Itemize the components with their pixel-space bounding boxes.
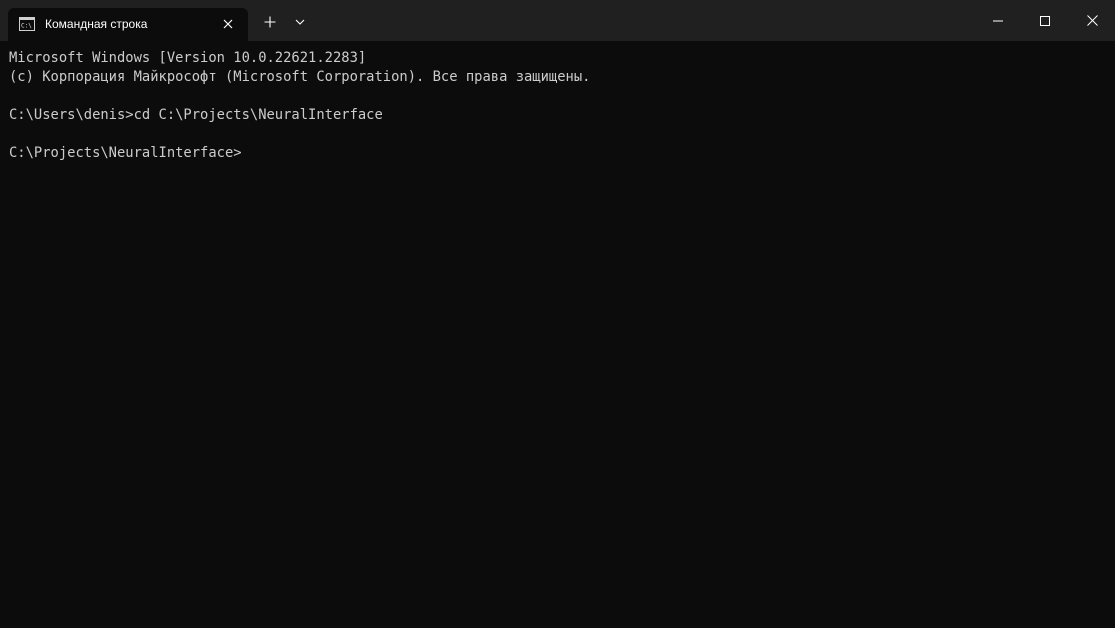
tab-title: Командная строка — [45, 17, 148, 31]
terminal-output[interactable]: Microsoft Windows [Version 10.0.22621.22… — [0, 41, 1115, 628]
new-tab-button[interactable] — [256, 8, 284, 36]
plus-icon — [264, 16, 276, 28]
tab-command-prompt[interactable]: C:\ Командная строка — [8, 8, 248, 41]
maximize-icon — [1040, 15, 1050, 26]
terminal-prompt[interactable]: C:\Projects\NeuralInterface> — [9, 144, 1106, 163]
chevron-down-icon — [295, 19, 305, 25]
terminal-window: C:\ Командная строка Microsoft Windows [… — [0, 0, 1115, 628]
minimize-button[interactable] — [975, 0, 1021, 41]
minimize-icon — [993, 20, 1003, 21]
terminal-line: Microsoft Windows [Version 10.0.22621.22… — [9, 50, 367, 66]
text-cursor — [242, 146, 243, 161]
tab-close-icon[interactable] — [218, 14, 238, 34]
terminal-line: C:\Users\denis>cd C:\Projects\NeuralInte… — [9, 107, 383, 123]
svg-text:C:\: C:\ — [21, 23, 32, 30]
terminal-line: (c) Корпорация Майкрософт (Microsoft Cor… — [9, 69, 591, 85]
title-bar[interactable]: C:\ Командная строка — [0, 0, 1115, 41]
maximize-button[interactable] — [1022, 0, 1068, 41]
prompt-text: C:\Projects\NeuralInterface> — [9, 145, 242, 161]
close-button[interactable] — [1069, 0, 1115, 41]
tab-dropdown-button[interactable] — [286, 8, 314, 36]
cmd-icon: C:\ — [19, 17, 35, 31]
close-icon — [1086, 15, 1098, 26]
